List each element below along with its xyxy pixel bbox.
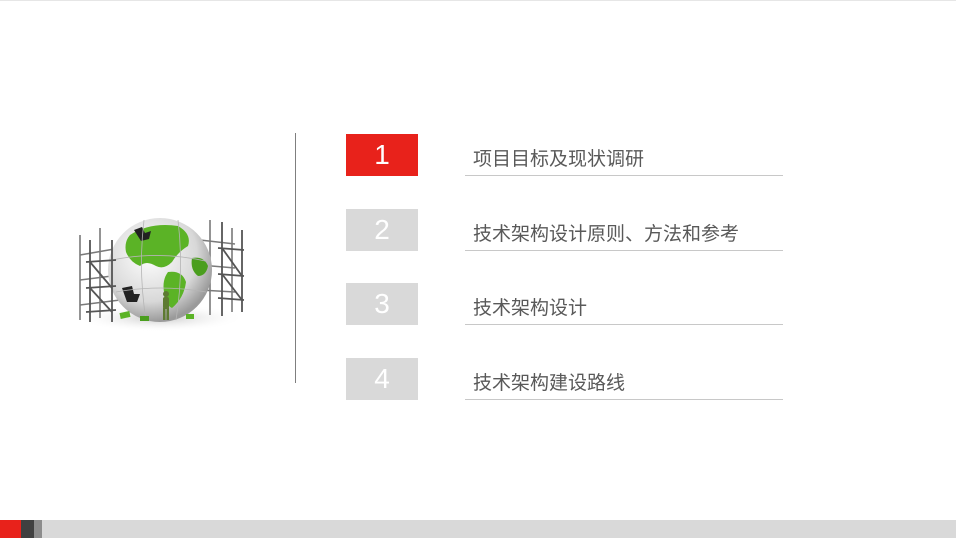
agenda-item-label: 技术架构建设路线 <box>473 372 626 394</box>
agenda-item-2[interactable]: 2 技术架构设计原则、方法和参考 <box>346 209 786 253</box>
agenda-number-box: 1 <box>346 134 418 176</box>
agenda-underline <box>465 250 783 251</box>
agenda-item-label: 技术架构设计原则、方法和参考 <box>473 223 740 245</box>
agenda-item-label: 项目目标及现状调研 <box>473 148 645 170</box>
footer-accent-dark <box>21 520 34 538</box>
agenda-number-box: 2 <box>346 209 418 251</box>
agenda-item-3[interactable]: 3 技术架构设计 <box>346 283 786 327</box>
agenda-underline <box>465 175 783 176</box>
globe-scaffolding-icon <box>60 200 250 340</box>
agenda-number-box: 3 <box>346 283 418 325</box>
agenda-underline <box>465 399 783 400</box>
vertical-divider <box>295 133 296 383</box>
footer-bar <box>0 520 956 538</box>
agenda-item-label: 技术架构设计 <box>473 297 588 319</box>
footer-accent-gray <box>34 520 42 538</box>
agenda-underline <box>465 324 783 325</box>
agenda-item-1[interactable]: 1 项目目标及现状调研 <box>346 134 786 178</box>
agenda-item-4[interactable]: 4 技术架构建设路线 <box>346 358 786 402</box>
agenda-number-box: 4 <box>346 358 418 400</box>
top-divider-line <box>0 0 956 1</box>
footer-accent-red <box>0 520 21 538</box>
